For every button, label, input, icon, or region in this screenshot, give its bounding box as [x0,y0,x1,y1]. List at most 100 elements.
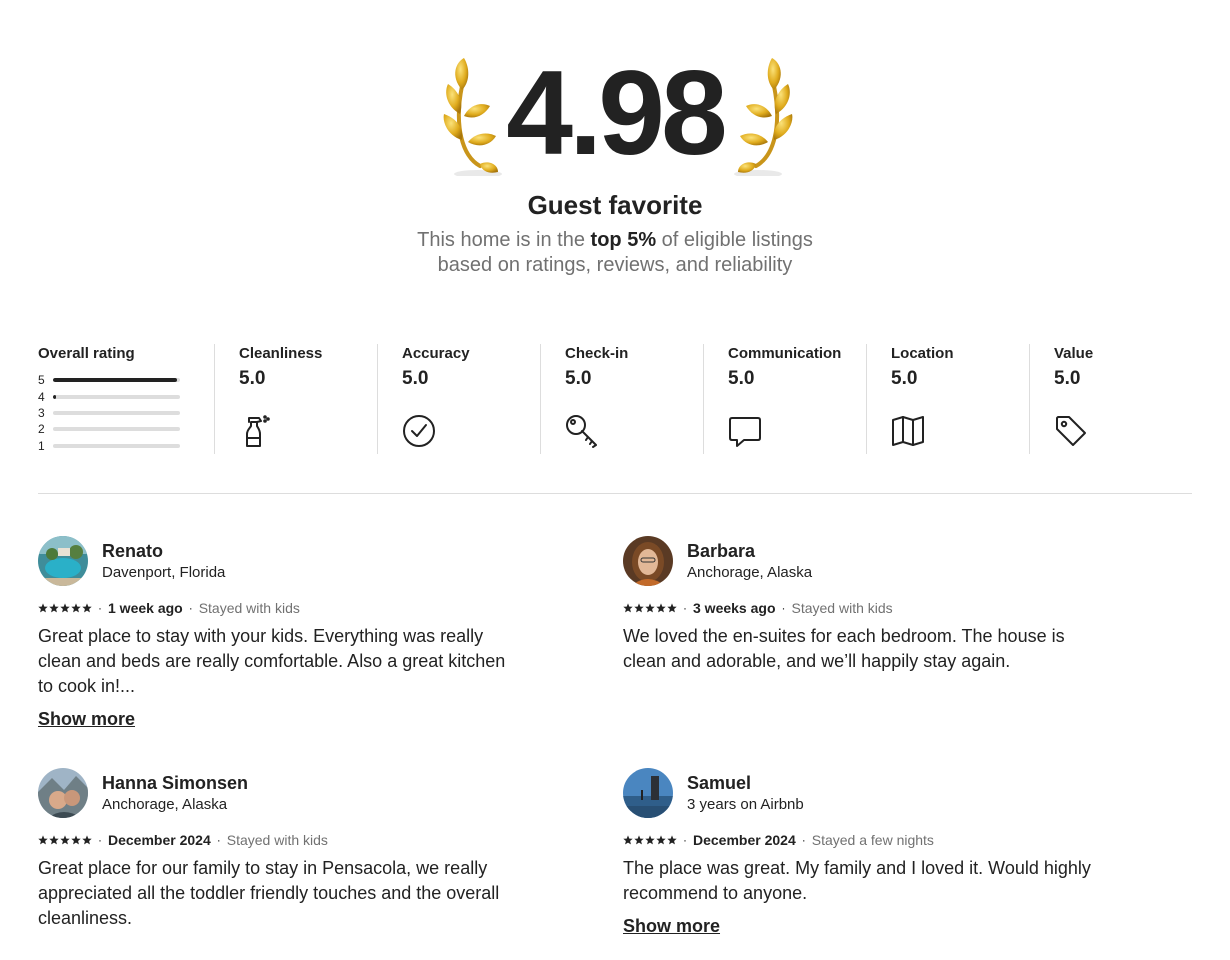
star-icon [82,835,92,845]
distribution-star-label: 1 [38,438,45,453]
review-meta: · 1 week ago · Stayed with kids [38,598,518,618]
separator-dot: · [683,601,687,615]
reviewer-name: Hanna Simonsen [102,772,249,793]
reviewer-location: Anchorage, Alaska [687,563,813,581]
distribution-bar [53,410,180,415]
reviewer-info: Samuel 3 years on Airbnb [687,772,804,815]
star-icon [656,603,666,613]
distribution-bar [53,443,180,448]
reviewer-location: Anchorage, Alaska [102,795,228,813]
separator-dot: · [98,833,102,847]
reviewer-header: Renato Davenport, Florida [38,536,518,586]
separator-dot: · [98,601,102,615]
guest-favorite-subtitle: This home is in the top 5% of eligible l… [0,228,1230,278]
star-icon [645,603,655,613]
subtitle-highlight: top 5% [590,229,657,251]
distribution-fill [53,378,178,383]
reviewer-header: Hanna Simonsen Anchorage, Alaska [38,768,518,818]
review-text: We loved the en-suites for each bedroom.… [623,626,1065,671]
guest-favorite-hero: 4.98 Guest favorite This home is in the … [0,40,1230,290]
category-communication: Communication 5.0 [703,344,866,454]
map-icon [892,416,924,446]
category-label: Value [1054,345,1094,362]
category-score: 5.0 [402,368,429,389]
overall-rating: Overall rating 5 4 3 2 1 [38,344,214,454]
category-location: Location 5.0 [866,344,1029,454]
separator-dot: · [683,833,687,847]
star-icon [82,603,92,613]
distribution-row: 1 [38,438,198,454]
review-text: Great place for our family to stay in Pe… [38,858,500,928]
star-rating [38,835,92,845]
separator-dot: · [216,833,221,847]
distribution-star-label: 3 [38,405,45,420]
review-meta: · December 2024 · Stayed with kids [38,830,518,850]
category-score: 5.0 [1054,368,1081,389]
star-icon [60,835,70,845]
reviewer-info: Hanna Simonsen Anchorage, Alaska [102,772,248,815]
overall-score: 4.98 [506,46,728,180]
category-score: 5.0 [565,368,592,389]
stay-type: Stayed with kids [226,832,328,848]
category-label: Accuracy [402,345,470,362]
star-icon [60,603,70,613]
distribution-star-label: 5 [38,373,45,388]
section-divider [38,493,1192,494]
category-score: 5.0 [239,368,266,389]
category-value: Value 5.0 [1029,344,1192,454]
star-icon [623,835,633,845]
avatar[interactable] [623,536,673,586]
star-icon [49,603,59,613]
category-label: Communication [728,345,842,362]
distribution-bar [53,394,180,399]
review-meta: · 3 weeks ago · Stayed with kids [623,598,1103,618]
subtitle-text: This home is in the [417,229,591,251]
spray-bottle-icon [246,415,270,447]
review-date: 3 weeks ago [693,600,776,616]
star-icon [38,835,48,845]
show-more-link[interactable]: Show more [38,709,135,730]
distribution-row: 2 [38,421,198,437]
reviewer-name: Barbara [687,540,756,561]
review-meta: · December 2024 · Stayed a few nights [623,830,1103,850]
review-text: Great place to stay with your kids. Ever… [38,626,506,696]
review-card: Barbara Anchorage, Alaska · 3 weeks ago … [623,536,1103,674]
review-card: Hanna Simonsen Anchorage, Alaska · Decem… [38,768,518,931]
category-check-in: Check-in 5.0 [540,344,703,454]
star-icon [634,603,644,613]
star-icon [49,835,59,845]
tag-icon [1056,416,1086,446]
show-more-link[interactable]: Show more [623,916,720,937]
avatar[interactable] [38,768,88,818]
review-card: Renato Davenport, Florida · 1 week ago ·… [38,536,518,730]
review-card: Samuel 3 years on Airbnb · December 2024… [623,768,1103,937]
rating-breakdown: Overall rating 5 4 3 2 1 Cleanliness 5.0… [38,344,1192,454]
chat-bubble-icon [729,417,761,447]
check-circle-icon [403,415,435,447]
separator-dot: · [188,601,193,615]
star-icon [71,835,81,845]
avatar[interactable] [38,536,88,586]
distribution-star-label: 2 [38,422,45,437]
overall-rating-label: Overall rating [38,345,135,362]
separator-dot: · [781,601,786,615]
category-label: Cleanliness [239,345,323,362]
reviewer-tenure: 3 years on Airbnb [687,795,804,813]
star-rating [38,603,92,613]
star-icon [623,603,633,613]
guest-favorite-title: Guest favorite [527,190,703,220]
reviewer-header: Samuel 3 years on Airbnb [623,768,1103,818]
star-icon [38,603,48,613]
distribution-fill [53,394,56,399]
review-date: 1 week ago [108,600,183,616]
review-date: December 2024 [108,832,211,848]
stay-type: Stayed with kids [791,600,893,616]
category-cleanliness: Cleanliness 5.0 [214,344,377,454]
review-text: The place was great. My family and I lov… [623,858,1091,903]
reviewer-info: Barbara Anchorage, Alaska [687,540,812,583]
star-rating [623,603,677,613]
category-score: 5.0 [891,368,918,389]
laurel-right-icon [734,58,793,176]
category-label: Check-in [565,345,629,362]
avatar[interactable] [623,768,673,818]
